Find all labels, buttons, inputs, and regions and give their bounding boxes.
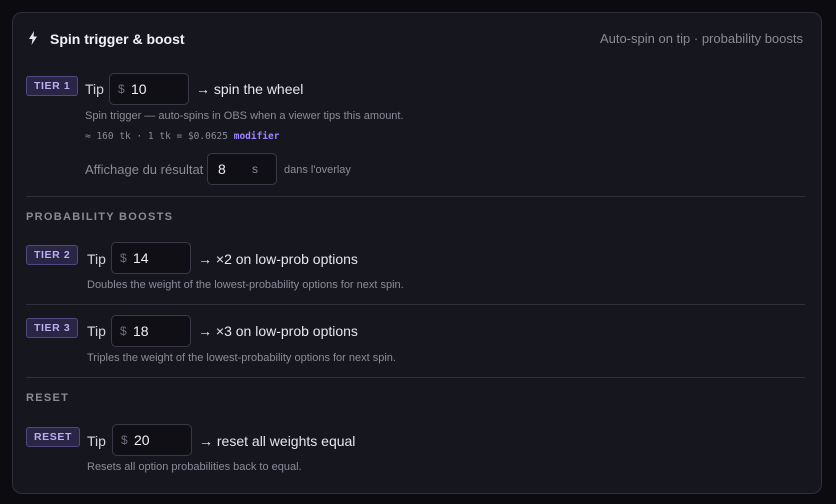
reset-amount-input[interactable]: $ 20 bbox=[112, 424, 192, 456]
seconds-unit: s bbox=[252, 162, 258, 176]
currency-symbol: $ bbox=[121, 433, 128, 447]
conversion-text: ≈ 160 tk · 1 tk = $0.0625 bbox=[85, 131, 228, 142]
tier-3-tip-label: Tip bbox=[87, 323, 106, 339]
modifier-link[interactable]: modifier bbox=[234, 131, 280, 142]
tier-2-badge: TIER 2 bbox=[26, 245, 79, 265]
currency-symbol: $ bbox=[120, 251, 127, 265]
tier-1-action: → spin the wheel bbox=[196, 81, 304, 97]
divider bbox=[26, 196, 805, 197]
display-duration-label: Affichage du résultat bbox=[85, 162, 204, 177]
tier-3-description: Triples the weight of the lowest-probabi… bbox=[87, 352, 396, 364]
tier-1-amount-value: 10 bbox=[131, 81, 147, 97]
tier-3-action: → ×3 on low-prob options bbox=[198, 323, 358, 339]
bolt-icon bbox=[29, 31, 37, 45]
tier-1-badge: TIER 1 bbox=[26, 76, 79, 96]
currency-symbol: $ bbox=[118, 82, 125, 96]
card-title: Spin trigger & boost bbox=[50, 31, 185, 47]
tier-3-amount-input[interactable]: $ 18 bbox=[111, 315, 191, 347]
tier-1-description: Spin trigger — auto-spins in OBS when a … bbox=[85, 110, 404, 122]
tier-2-amount-value: 14 bbox=[133, 250, 149, 266]
tier-2-tip-label: Tip bbox=[87, 251, 106, 267]
overlay-label: dans l'overlay bbox=[284, 164, 351, 176]
display-duration-input[interactable]: 8 s bbox=[207, 153, 277, 185]
currency-symbol: $ bbox=[120, 324, 127, 338]
tier-1-conversion: ≈ 160 tk · 1 tk = $0.0625 modifier bbox=[85, 131, 280, 142]
display-duration-value: 8 bbox=[218, 161, 226, 177]
tier-2-amount-input[interactable]: $ 14 bbox=[111, 242, 191, 274]
tier-3-amount-value: 18 bbox=[133, 323, 149, 339]
tier-3-badge: TIER 3 bbox=[26, 318, 79, 338]
tier-2-action: → ×2 on low-prob options bbox=[198, 251, 358, 267]
card-header: Spin trigger & boost Auto-spin on tip · … bbox=[13, 13, 821, 63]
divider bbox=[26, 304, 805, 305]
reset-amount-value: 20 bbox=[134, 432, 150, 448]
reset-tip-label: Tip bbox=[87, 433, 106, 449]
tier-1-amount-input[interactable]: $ 10 bbox=[109, 73, 189, 105]
card-subtitle: Auto-spin on tip · probability boosts bbox=[599, 31, 803, 46]
tier-1-tip-label: Tip bbox=[85, 81, 104, 97]
probability-boosts-title: PROBABILITY BOOSTS bbox=[26, 211, 174, 223]
spin-trigger-card: Spin trigger & boost Auto-spin on tip · … bbox=[12, 12, 822, 494]
tier-2-description: Doubles the weight of the lowest-probabi… bbox=[87, 279, 404, 291]
reset-description: Resets all option probabilities back to … bbox=[87, 461, 302, 473]
reset-section-title: RESET bbox=[26, 392, 70, 404]
reset-badge: RESET bbox=[26, 427, 81, 447]
divider bbox=[26, 377, 805, 378]
reset-action: → reset all weights equal bbox=[199, 433, 356, 449]
